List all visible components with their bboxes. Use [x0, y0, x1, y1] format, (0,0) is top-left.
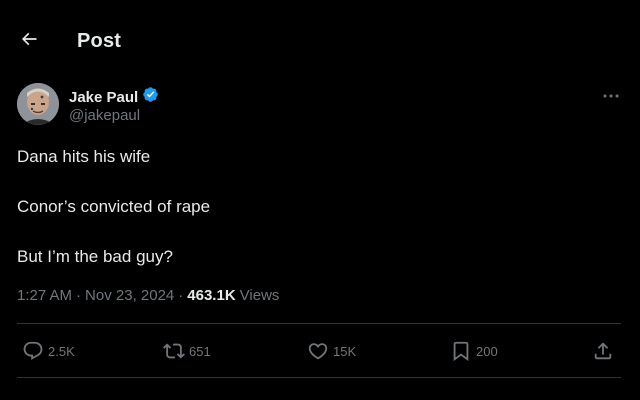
post-date[interactable]: Nov 23, 2024 — [85, 287, 174, 304]
views-count: 463.1K — [187, 287, 236, 304]
like-count: 15K — [333, 343, 357, 359]
repost-button[interactable]: 651 — [163, 334, 211, 368]
action-bar: 2.5K 651 15K 200 — [17, 334, 621, 368]
meta-separator: · — [178, 287, 184, 304]
divider — [17, 323, 621, 324]
post-text-line: Dana hits his wife — [17, 147, 151, 166]
bookmark-button[interactable]: 200 — [450, 334, 498, 368]
repost-count: 651 — [189, 343, 211, 359]
reply-button[interactable]: 2.5K — [22, 334, 75, 368]
reply-count: 2.5K — [48, 343, 75, 359]
views-label: Views — [239, 287, 280, 304]
author-display-name[interactable]: Jake Paul — [69, 89, 138, 106]
bookmark-icon — [450, 340, 472, 362]
like-button[interactable]: 15K — [307, 334, 356, 368]
post-text-line: But I’m the bad guy? — [17, 247, 173, 266]
post-metadata: 1:27 AM · Nov 23, 2024 · 463.1K Views — [17, 287, 279, 304]
bookmark-count: 200 — [476, 343, 498, 359]
arrow-left-icon — [19, 29, 39, 54]
share-button[interactable] — [592, 334, 614, 368]
reply-icon — [22, 340, 44, 362]
author-handle[interactable]: @jakepaul — [69, 107, 140, 124]
author-row: Jake Paul @jakepaul — [17, 83, 623, 127]
page-header: Post — [0, 24, 640, 62]
meta-separator: · — [76, 287, 82, 304]
post-time[interactable]: 1:27 AM — [17, 287, 72, 304]
verified-badge-icon — [142, 86, 159, 108]
avatar[interactable] — [17, 83, 59, 125]
page-title: Post — [77, 30, 122, 52]
share-icon — [592, 340, 614, 362]
post-detail-page: Post Jake Paul @jakepaul Dana hits his w… — [0, 0, 640, 400]
post-text-line: Conor’s convicted of rape — [17, 197, 211, 216]
more-horizontal-icon — [602, 86, 620, 104]
heart-icon — [307, 340, 329, 362]
post-text: Dana hits his wife Conor’s convicted of … — [17, 144, 617, 294]
back-button[interactable] — [14, 26, 44, 56]
name-row: Jake Paul — [69, 86, 159, 108]
repost-icon — [163, 340, 185, 362]
divider — [17, 377, 621, 378]
more-options-button[interactable] — [599, 85, 623, 105]
